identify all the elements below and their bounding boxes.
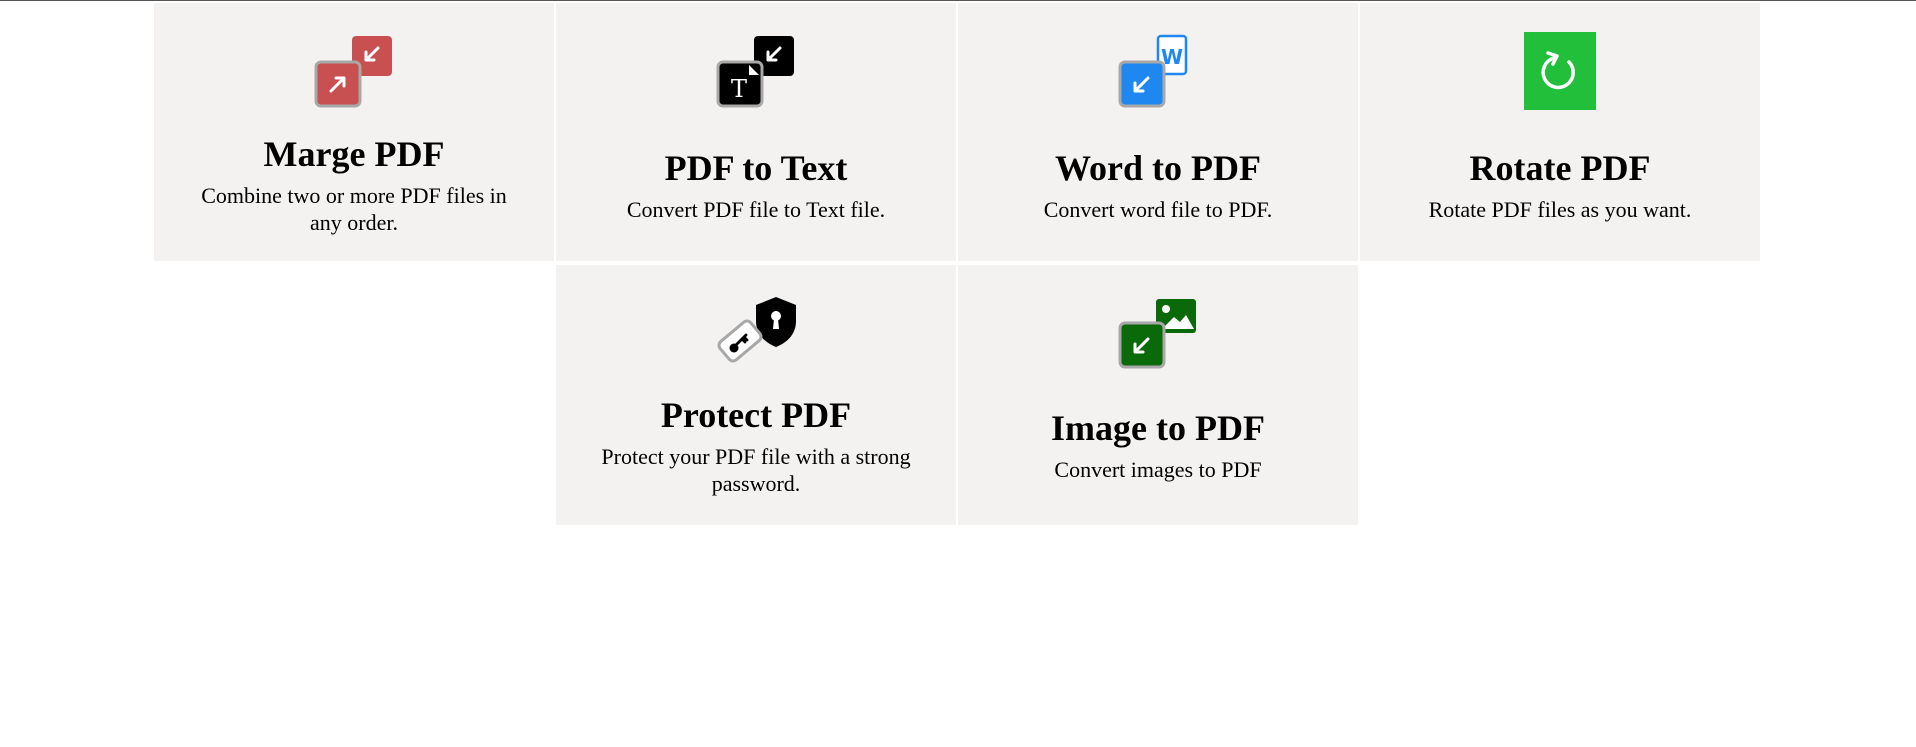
pdf-to-text-icon: T bbox=[556, 33, 956, 109]
tool-title: Rotate PDF bbox=[1469, 148, 1651, 188]
word-to-pdf-icon: W bbox=[958, 33, 1358, 109]
tool-description: Rotate PDF files as you want. bbox=[1428, 197, 1692, 222]
tool-card-merge-pdf[interactable]: Marge PDF Combine two or more PDF files … bbox=[154, 3, 554, 261]
tool-card-image-to-pdf[interactable]: Image to PDF Convert images to PDF bbox=[958, 265, 1358, 525]
top-border bbox=[0, 0, 1916, 1]
tool-title: Word to PDF bbox=[1055, 148, 1261, 188]
tool-description: Convert word file to PDF. bbox=[1043, 197, 1273, 222]
tool-card-protect-pdf[interactable]: Protect PDF Protect your PDF file with a… bbox=[556, 265, 956, 525]
tool-title: Protect PDF bbox=[660, 395, 852, 435]
tool-description: Convert images to PDF bbox=[1054, 457, 1262, 482]
image-to-pdf-icon bbox=[958, 297, 1358, 371]
tool-description: Protect your PDF file with a strong pass… bbox=[601, 444, 911, 496]
tool-card-pdf-to-text[interactable]: T PDF to Text Convert PDF file to Text f… bbox=[556, 3, 956, 261]
tool-title: PDF to Text bbox=[664, 148, 848, 188]
merge-pdf-icon bbox=[154, 33, 554, 109]
tool-card-rotate-pdf[interactable]: Rotate PDF Rotate PDF files as you want. bbox=[1360, 3, 1760, 261]
tool-title: Marge PDF bbox=[263, 134, 445, 174]
tool-card-word-to-pdf[interactable]: W Word to PDF Convert word file to PDF. bbox=[958, 3, 1358, 261]
protect-pdf-icon bbox=[556, 293, 956, 363]
tool-description: Combine two or more PDF files in any ord… bbox=[201, 183, 507, 235]
rotate-icon bbox=[1360, 32, 1760, 110]
svg-text:T: T bbox=[731, 75, 747, 103]
tool-title: Image to PDF bbox=[1051, 408, 1265, 448]
tool-description: Convert PDF file to Text file. bbox=[626, 197, 886, 222]
